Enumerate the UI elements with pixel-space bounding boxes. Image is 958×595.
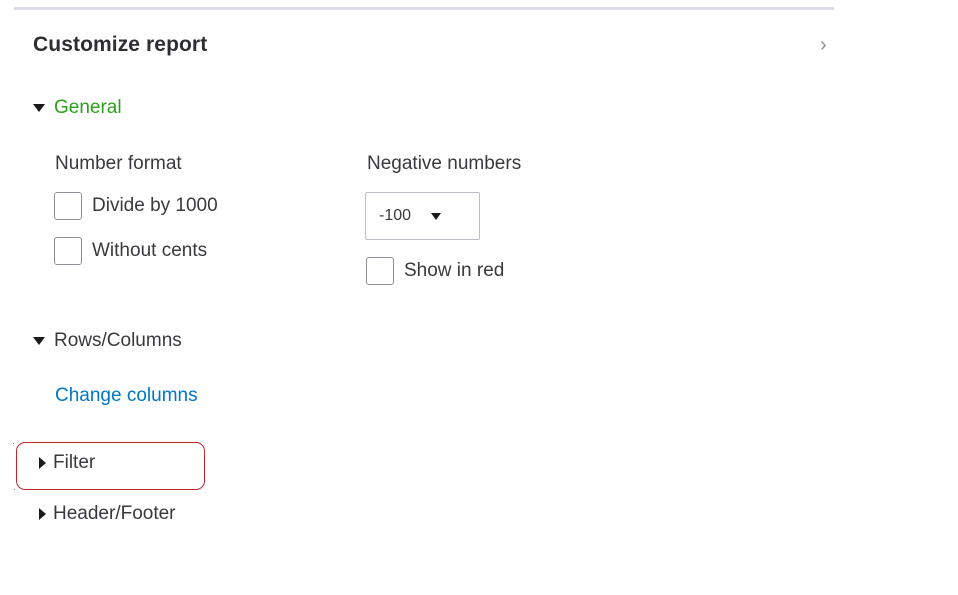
annotation-dot (14, 489, 15, 490)
negative-numbers-label: Negative numbers (367, 153, 522, 174)
show-in-red-label: Show in red (404, 260, 505, 281)
number-format-label: Number format (55, 153, 182, 174)
show-in-red-option[interactable]: Show in red (366, 257, 504, 285)
triangle-down-icon (33, 104, 45, 112)
triangle-right-icon (39, 457, 46, 469)
annotation-dot (13, 443, 14, 444)
section-general-label: General (54, 97, 122, 118)
section-header-footer-toggle[interactable]: Header/Footer (39, 503, 176, 525)
section-header-footer-label: Header/Footer (53, 503, 176, 524)
without-cents-label: Without cents (92, 240, 208, 261)
section-rows-columns-toggle[interactable]: Rows/Columns (33, 330, 182, 352)
triangle-down-icon (33, 337, 45, 345)
negative-numbers-selected-value: -100 (379, 207, 412, 224)
without-cents-option[interactable]: Without cents (54, 237, 207, 265)
section-rows-columns-label: Rows/Columns (54, 330, 182, 351)
chevron-right-icon[interactable]: › (820, 34, 827, 57)
change-columns-link[interactable]: Change columns (55, 385, 198, 407)
show-in-red-checkbox[interactable] (366, 257, 394, 285)
without-cents-checkbox[interactable] (54, 237, 82, 265)
section-filter-toggle[interactable]: Filter (39, 452, 95, 474)
negative-numbers-select[interactable]: -100 (365, 192, 480, 240)
section-general-toggle[interactable]: General (33, 97, 122, 119)
divide-by-1000-option[interactable]: Divide by 1000 (54, 192, 218, 220)
divide-by-1000-checkbox[interactable] (54, 192, 82, 220)
panel-title: Customize report (33, 33, 208, 56)
top-divider (14, 7, 834, 10)
section-filter-label: Filter (53, 452, 96, 473)
divide-by-1000-label: Divide by 1000 (92, 195, 218, 216)
triangle-right-icon (39, 508, 46, 520)
caret-down-icon (431, 212, 442, 220)
